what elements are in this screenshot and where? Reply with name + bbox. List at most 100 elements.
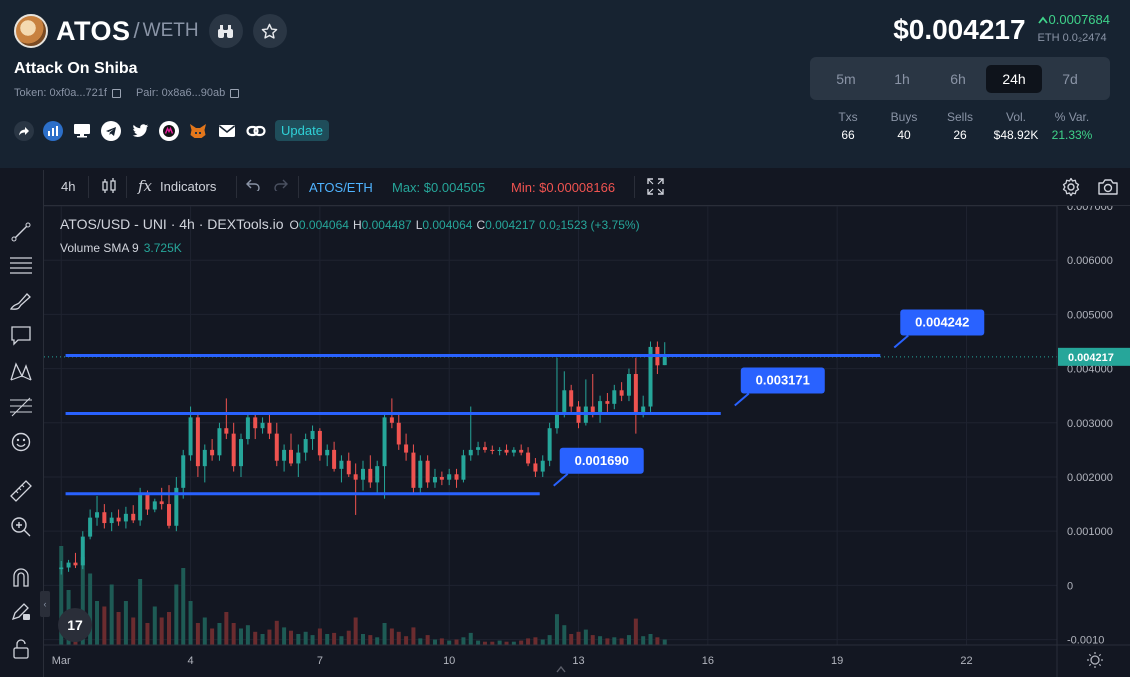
candle-body xyxy=(404,444,409,453)
address-row: Token: 0xf0a...721f Pair: 0x8a6...90ab xyxy=(14,87,249,99)
candle-body xyxy=(540,460,545,472)
telegram-icon[interactable] xyxy=(101,120,121,141)
volume-bar xyxy=(612,637,617,645)
timeframe-6h[interactable]: 6h xyxy=(930,65,986,93)
redo-button[interactable] xyxy=(274,179,288,191)
link-icon[interactable] xyxy=(246,121,266,141)
horizontal-lines-tool[interactable] xyxy=(8,252,34,278)
pattern-tool[interactable] xyxy=(8,358,34,384)
candle-body xyxy=(260,422,265,429)
stat-value: 21.33% xyxy=(1051,128,1093,142)
chart-icon[interactable] xyxy=(43,120,63,141)
fullscreen-button[interactable] xyxy=(647,178,664,195)
candle-body xyxy=(368,468,373,483)
candle-body xyxy=(626,374,631,396)
volume-bar xyxy=(554,614,559,645)
candle-body xyxy=(504,449,509,453)
volume-bar xyxy=(181,568,186,645)
candle-body xyxy=(296,452,301,464)
share-icon[interactable] xyxy=(14,120,34,141)
collapse-toolbar-button[interactable]: ‹ xyxy=(40,591,50,617)
candle-body xyxy=(497,449,502,451)
binoculars-button[interactable] xyxy=(208,14,243,48)
timeframe-1h[interactable]: 1h xyxy=(874,65,930,93)
magnet-tool[interactable] xyxy=(8,564,34,590)
timeframe-5m[interactable]: 5m xyxy=(818,65,874,93)
lock-tool[interactable] xyxy=(8,636,34,662)
brush-icon xyxy=(9,293,31,310)
favorite-button[interactable] xyxy=(252,14,287,48)
volume-bar xyxy=(310,635,315,645)
brush-tool[interactable] xyxy=(8,288,34,314)
candle-body xyxy=(533,463,538,472)
candle-body xyxy=(73,562,78,566)
price-chart[interactable]: 0.004242 0.003171 0.001690 0.007000 0.006000… xyxy=(44,206,1130,677)
chart-type-button[interactable] xyxy=(100,177,118,195)
lock-drawings-tool[interactable] xyxy=(8,598,34,624)
x-tick-label: 4 xyxy=(187,655,193,667)
volume-bar xyxy=(533,637,538,645)
x-tick-label: 10 xyxy=(443,655,455,667)
candle-body xyxy=(109,517,114,524)
ruler-tool[interactable] xyxy=(8,478,34,504)
website-icon[interactable] xyxy=(72,121,92,141)
volume-bar xyxy=(662,639,667,645)
indicators-button[interactable]: fx Indicators xyxy=(138,177,216,195)
price-change-value: 0.0007684 xyxy=(1048,12,1110,27)
camera-icon xyxy=(1098,179,1118,195)
arrow-up-icon xyxy=(1037,16,1048,24)
candle-body xyxy=(288,449,293,464)
x-tick-label: 13 xyxy=(572,655,584,667)
stat-variation: % Var. 21.33% xyxy=(1044,110,1100,142)
candle-body xyxy=(598,401,603,412)
coin-icon[interactable] xyxy=(159,120,179,141)
metamask-icon[interactable] xyxy=(188,121,208,141)
open-label: O xyxy=(289,218,299,232)
candle-body xyxy=(619,390,624,396)
toolbar-divider xyxy=(88,176,89,198)
token-address: Token: 0xf0a...721f xyxy=(14,87,107,99)
volume-bar xyxy=(655,637,660,645)
trendline-tool[interactable] xyxy=(8,219,34,245)
update-button[interactable]: Update xyxy=(275,120,329,141)
volume-bar xyxy=(174,584,179,645)
current-price: $0.004217 xyxy=(893,14,1026,45)
candle-body xyxy=(231,433,236,467)
candle-body xyxy=(138,493,143,521)
stats-grid: Txs 66 Buys 40 Sells 26 Vol. $48.92K % V… xyxy=(820,110,1110,142)
email-icon[interactable] xyxy=(217,121,237,141)
copy-pair-icon[interactable] xyxy=(230,88,240,98)
fib-tool[interactable] xyxy=(8,394,34,420)
volume-bar xyxy=(138,579,143,645)
candle-body xyxy=(210,449,215,456)
timeframe-24h[interactable]: 24h xyxy=(986,64,1042,93)
max-price: Max: $0.004505 xyxy=(392,180,486,195)
candle-body xyxy=(547,428,552,461)
candle-body xyxy=(662,356,667,366)
volume-bar xyxy=(109,584,114,645)
y-tick-label: 0.007000 xyxy=(1067,206,1113,213)
candle-body xyxy=(482,447,487,450)
text-tool[interactable] xyxy=(8,322,34,348)
close-value: 0.004217 xyxy=(485,218,536,232)
timeframe-7d[interactable]: 7d xyxy=(1042,65,1098,93)
copy-token-icon[interactable] xyxy=(111,88,121,98)
emoji-tool[interactable] xyxy=(8,429,34,455)
interval-button[interactable]: 4h xyxy=(61,179,75,194)
twitter-icon[interactable] xyxy=(130,121,150,141)
y-tick-label: 0.001000 xyxy=(1067,526,1113,538)
pair-switch[interactable]: ATOS/ETH xyxy=(309,180,373,195)
candle-body xyxy=(80,536,85,566)
candle-body xyxy=(447,474,452,480)
volume-bar xyxy=(325,634,330,645)
undo-button[interactable] xyxy=(246,179,260,191)
zoom-tool[interactable] xyxy=(8,514,34,540)
settings-button[interactable] xyxy=(1061,177,1081,197)
candle-body xyxy=(569,390,574,407)
candles-icon xyxy=(102,178,116,193)
candle-body xyxy=(145,493,150,510)
stat-value: 40 xyxy=(897,128,911,142)
tradingview-logo[interactable]: 17 xyxy=(58,608,92,642)
screenshot-button[interactable] xyxy=(1097,178,1119,196)
candle-body xyxy=(418,460,423,488)
